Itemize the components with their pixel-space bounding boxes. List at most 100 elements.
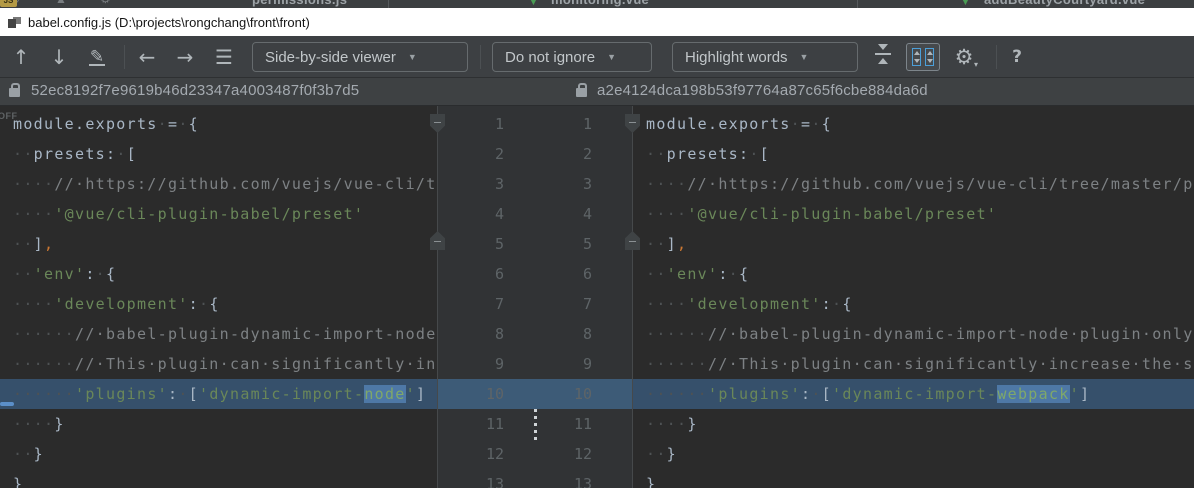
code-line[interactable]: ······//·babel-plugin-dynamic-import-nod… <box>0 319 437 349</box>
code-token: · <box>811 385 821 403</box>
code-line[interactable]: ··'env':·{ <box>0 259 437 289</box>
code-line[interactable]: ······'plugins':·['dynamic-import-node'] <box>0 379 437 409</box>
sync-scroll-icon <box>925 48 934 66</box>
right-line-number: 9 <box>552 349 592 379</box>
window-title: babel.config.js (D:\projects\rongchang\f… <box>28 15 310 30</box>
code-token: 'development' <box>54 295 188 313</box>
code-token: ' <box>406 385 416 403</box>
code-token: } <box>687 415 697 433</box>
diff-window-icon <box>8 17 21 28</box>
right-line-number: 10 <box>552 379 592 409</box>
code-token: : <box>189 295 199 313</box>
gutter-row: 66 <box>437 259 633 289</box>
diff-viewer-window: ⊖ ▲ ⚙ JS permissions.js ⌄⌄ ▼ monitoring.… <box>0 0 1194 488</box>
code-token: } <box>667 445 677 463</box>
sync-scroll-toggle[interactable] <box>906 43 940 71</box>
code-token: ···· <box>646 205 687 223</box>
code-token: ······ <box>13 385 75 403</box>
code-token: } <box>34 445 44 463</box>
code-token: ·· <box>13 265 34 283</box>
code-line[interactable]: ··], <box>633 229 1194 259</box>
code-token: { <box>209 295 219 313</box>
code-token: · <box>158 115 168 133</box>
code-token: = <box>801 115 811 133</box>
code-token: · <box>116 145 126 163</box>
gutter-row: 22 <box>437 139 633 169</box>
previous-difference-button[interactable]: ↑ <box>6 36 36 78</box>
code-token: ······ <box>646 385 708 403</box>
code-token: 'plugins' <box>75 385 168 403</box>
code-line[interactable]: ······//·babel-plugin-dynamic-import-nod… <box>633 319 1194 349</box>
code-token: 'dynamic-import- <box>832 385 997 403</box>
next-difference-button[interactable]: ↓ <box>44 36 74 78</box>
code-token: '@vue/cli-plugin-babel/preset' <box>687 205 997 223</box>
code-line[interactable]: ··presets:·[ <box>0 139 437 169</box>
code-token: ···· <box>13 205 54 223</box>
tab-divider <box>388 0 389 8</box>
code-line[interactable]: ····'@vue/cli-plugin-babel/preset' <box>633 199 1194 229</box>
tab-close-icon[interactable]: × × <box>765 0 781 4</box>
code-line[interactable]: ··} <box>0 439 437 469</box>
changed-word-highlight: webpack <box>997 385 1069 403</box>
code-line[interactable]: ····} <box>633 409 1194 439</box>
code-line[interactable]: ··'env':·{ <box>633 259 1194 289</box>
tab-permissions[interactable]: permissions.js <box>252 0 347 7</box>
code-line[interactable]: } <box>633 469 1194 488</box>
code-token: ···· <box>646 175 687 193</box>
code-token: { <box>106 265 116 283</box>
edit-source-button[interactable]: ✎ <box>82 36 112 78</box>
tab-monitoring[interactable]: monitoring.vue <box>551 0 649 7</box>
menu-button[interactable]: ☰ <box>209 36 239 78</box>
code-line[interactable]: ····} <box>0 409 437 439</box>
lock-icon <box>9 88 20 97</box>
tab-addbeautycourtyard[interactable]: addBeautyCourtyard.vue <box>984 0 1145 7</box>
code-line[interactable]: } <box>0 469 437 488</box>
viewer-mode-dropdown[interactable]: Side-by-side viewer ▼ <box>252 42 468 72</box>
code-line[interactable]: ····'development':·{ <box>633 289 1194 319</box>
diff-toolbar: ↑ ↓ ✎ ← → ☰ Side-by-side viewer ▼ Do not… <box>0 36 1194 78</box>
code-token: ·· <box>646 145 667 163</box>
code-line[interactable]: ··presets:·[ <box>633 139 1194 169</box>
forward-button[interactable]: → <box>170 36 200 78</box>
right-line-number: 11 <box>552 409 592 439</box>
code-token: [ <box>189 385 199 403</box>
gutter-row: 99 <box>437 349 633 379</box>
splitter-drag-dots[interactable] <box>534 409 537 443</box>
gutter-row: 55 <box>437 229 633 259</box>
code-line[interactable]: ······//·This·plugin·can·significantly·i… <box>633 349 1194 379</box>
right-line-number: 7 <box>552 289 592 319</box>
code-line[interactable]: ··], <box>0 229 437 259</box>
code-line[interactable]: ····'development':·{ <box>0 289 437 319</box>
highlight-mode-dropdown[interactable]: Highlight words ▼ <box>672 42 858 72</box>
code-line[interactable]: ··} <box>633 439 1194 469</box>
code-token: : <box>168 385 178 403</box>
code-line[interactable]: ······'plugins':·['dynamic-import-webpac… <box>633 379 1194 409</box>
ide-tab-strip: ⊖ ▲ ⚙ JS permissions.js ⌄⌄ ▼ monitoring.… <box>0 0 1194 8</box>
code-token: { <box>189 115 199 133</box>
code-line[interactable]: ····//·https://github.com/vuejs/vue-cli/… <box>0 169 437 199</box>
left-editor-pane[interactable]: module.exports·=·{··presets:·[····//·htt… <box>0 106 437 488</box>
code-token: '@vue/cli-plugin-babel/preset' <box>54 205 364 223</box>
collapse-unchanged-button[interactable] <box>872 44 894 64</box>
back-button[interactable]: ← <box>132 36 162 78</box>
code-token: ······ <box>646 355 708 373</box>
vcs-update-icon: ▼ <box>960 0 971 8</box>
code-token: · <box>178 115 188 133</box>
highlight-mode-label: Highlight words <box>685 49 788 66</box>
code-line[interactable]: module.exports·=·{ <box>0 109 437 139</box>
right-editor-pane[interactable]: module.exports·=·{··presets:·[····//·htt… <box>633 106 1194 488</box>
whitespace-policy-dropdown[interactable]: Do not ignore ▼ <box>492 42 652 72</box>
help-button[interactable]: ? <box>1004 36 1030 78</box>
left-line-number: 7 <box>464 289 504 319</box>
collapse-bar <box>875 53 891 55</box>
code-line[interactable]: module.exports·=·{ <box>633 109 1194 139</box>
right-line-number: 13 <box>552 469 592 488</box>
code-line[interactable]: ······//·This·plugin·can·significantly·i… <box>0 349 437 379</box>
code-line[interactable]: ····//·https://github.com/vuejs/vue-cli/… <box>633 169 1194 199</box>
settings-gear-button[interactable]: ⚙ <box>948 36 980 78</box>
code-token: ] <box>1080 385 1090 403</box>
code-token: 'dynamic-import- <box>199 385 364 403</box>
code-token: //·babel-plugin-dynamic-import-node·plug… <box>708 325 1194 343</box>
code-line[interactable]: ····'@vue/cli-plugin-babel/preset' <box>0 199 437 229</box>
left-line-number: 5 <box>464 229 504 259</box>
